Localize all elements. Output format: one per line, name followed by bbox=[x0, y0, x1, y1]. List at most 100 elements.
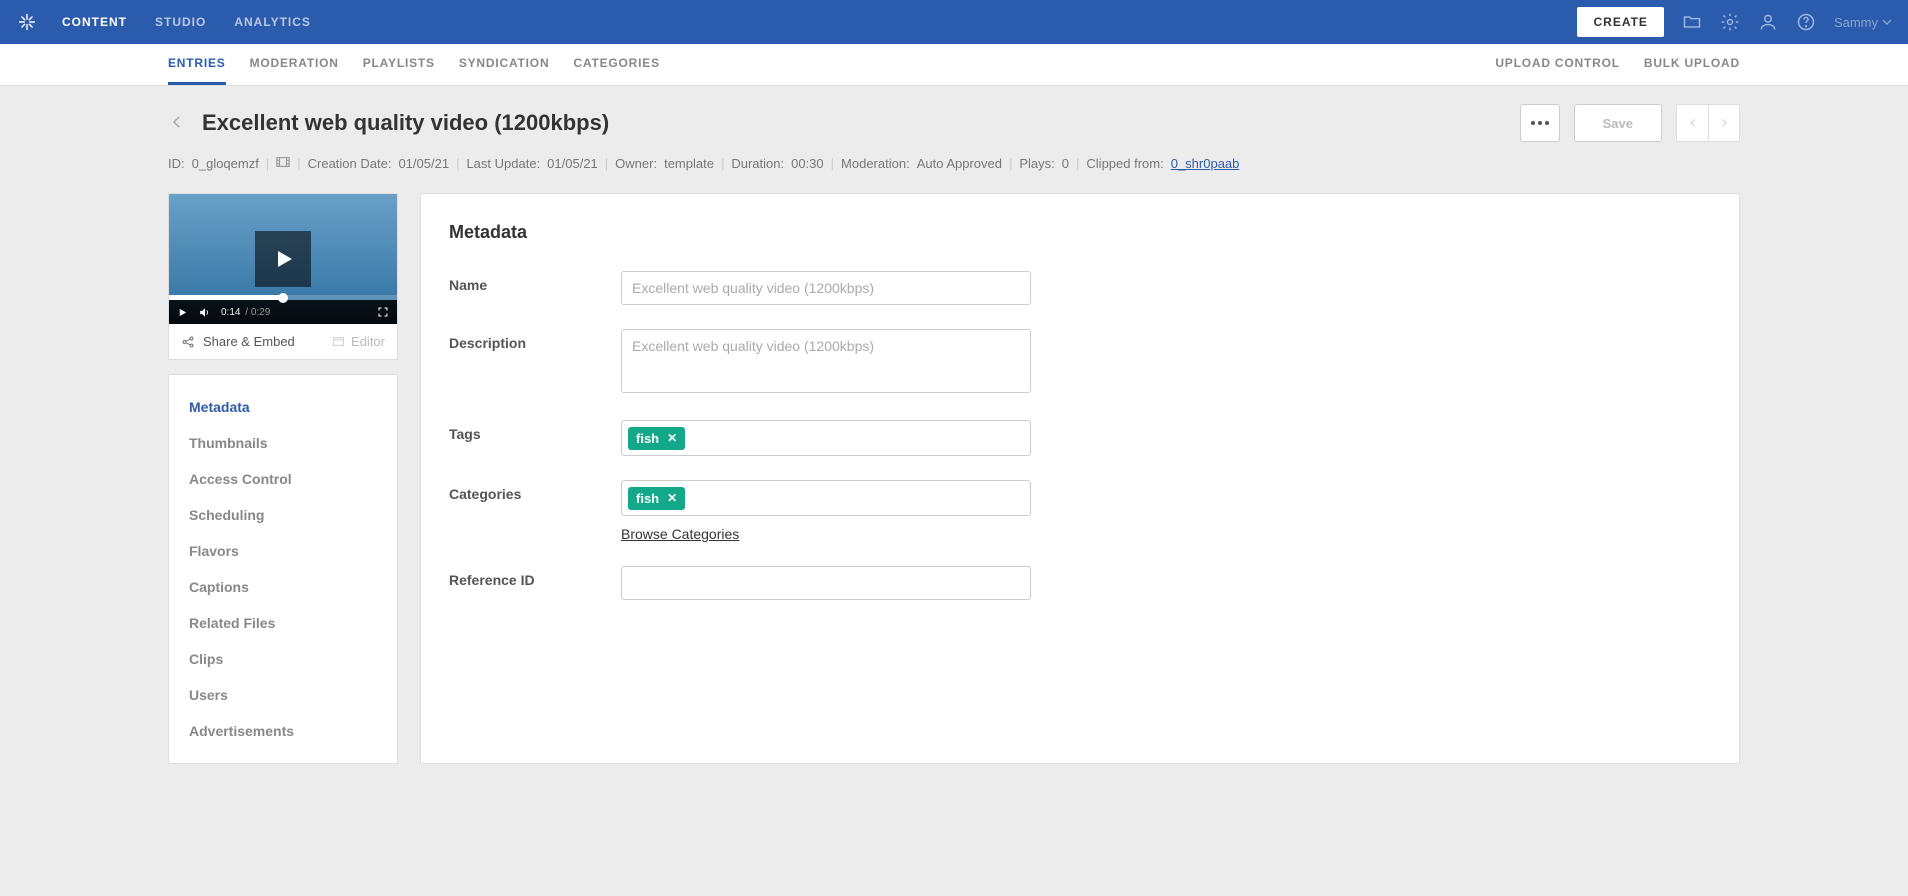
video-preview[interactable]: 0:14 / 0:29 bbox=[169, 194, 397, 324]
separator: | bbox=[1009, 156, 1012, 171]
prev-entry-button bbox=[1676, 104, 1708, 142]
sidenav-metadata[interactable]: Metadata bbox=[169, 389, 397, 425]
sidenav-captions[interactable]: Captions bbox=[169, 569, 397, 605]
meta-creation-value: 01/05/21 bbox=[398, 156, 449, 171]
fullscreen-button[interactable] bbox=[377, 306, 389, 318]
page-body: Excellent web quality video (1200kbps) S… bbox=[0, 86, 1908, 804]
play-button[interactable] bbox=[177, 307, 188, 318]
media-type-icon bbox=[276, 156, 290, 171]
subnav-entries[interactable]: ENTRIES bbox=[168, 44, 226, 85]
top-nav: CONTENT STUDIO ANALYTICS bbox=[62, 15, 311, 29]
label-name: Name bbox=[449, 271, 621, 305]
left-column: 0:14 / 0:29 Share & Embed Editor bbox=[168, 193, 398, 764]
separator: | bbox=[721, 156, 724, 171]
tags-input[interactable]: fish ✕ bbox=[621, 420, 1031, 456]
sidenav-advertisements[interactable]: Advertisements bbox=[169, 713, 397, 749]
category-remove-icon[interactable]: ✕ bbox=[667, 491, 677, 505]
category-chip: fish ✕ bbox=[628, 487, 685, 510]
sidenav-thumbnails[interactable]: Thumbnails bbox=[169, 425, 397, 461]
video-time: 0:14 / 0:29 bbox=[221, 307, 270, 318]
subnav-upload-control[interactable]: UPLOAD CONTROL bbox=[1495, 44, 1620, 85]
separator: | bbox=[266, 156, 269, 171]
tag-chip-label: fish bbox=[636, 431, 659, 446]
username-menu[interactable]: Sammy bbox=[1834, 15, 1892, 30]
subnav-categories[interactable]: CATEGORIES bbox=[573, 44, 659, 85]
sidenav-access-control[interactable]: Access Control bbox=[169, 461, 397, 497]
label-reference: Reference ID bbox=[449, 566, 621, 600]
subnav-syndication[interactable]: SYNDICATION bbox=[459, 44, 550, 85]
share-embed-button[interactable]: Share & Embed bbox=[181, 334, 295, 349]
help-icon[interactable] bbox=[1796, 12, 1816, 32]
top-nav-content[interactable]: CONTENT bbox=[62, 15, 127, 29]
ellipsis-icon bbox=[1531, 121, 1549, 125]
user-icon[interactable] bbox=[1758, 12, 1778, 32]
volume-button[interactable] bbox=[198, 306, 211, 319]
sidenav-flavors[interactable]: Flavors bbox=[169, 533, 397, 569]
top-bar: CONTENT STUDIO ANALYTICS CREATE Sammy bbox=[0, 0, 1908, 44]
subnav-moderation[interactable]: MODERATION bbox=[250, 44, 339, 85]
page-actions: Save bbox=[1520, 104, 1740, 142]
chevron-down-icon bbox=[1882, 17, 1892, 27]
video-controls: 0:14 / 0:29 bbox=[169, 300, 397, 324]
share-row: Share & Embed Editor bbox=[169, 324, 397, 359]
main-panel: Metadata Name Description Tags fi bbox=[420, 193, 1740, 764]
tag-remove-icon[interactable]: ✕ bbox=[667, 431, 677, 445]
next-entry-button bbox=[1708, 104, 1740, 142]
tag-chip: fish ✕ bbox=[628, 427, 685, 450]
separator: | bbox=[297, 156, 300, 171]
meta-duration-value: 00:30 bbox=[791, 156, 824, 171]
meta-moderation-label: Moderation: bbox=[841, 156, 910, 171]
play-icon bbox=[271, 247, 295, 271]
sub-nav-right: UPLOAD CONTROL BULK UPLOAD bbox=[1495, 44, 1740, 85]
gear-icon[interactable] bbox=[1720, 12, 1740, 32]
folder-icon[interactable] bbox=[1682, 12, 1702, 32]
username-label: Sammy bbox=[1834, 15, 1878, 30]
play-overlay-button[interactable] bbox=[255, 231, 311, 287]
sub-nav: ENTRIES MODERATION PLAYLISTS SYNDICATION… bbox=[168, 44, 660, 85]
sidenav-clips[interactable]: Clips bbox=[169, 641, 397, 677]
description-input[interactable] bbox=[621, 329, 1031, 393]
subnav-playlists[interactable]: PLAYLISTS bbox=[363, 44, 435, 85]
label-tags: Tags bbox=[449, 420, 621, 456]
browse-categories-link[interactable]: Browse Categories bbox=[621, 526, 739, 542]
top-bar-right: CREATE Sammy bbox=[1577, 7, 1892, 37]
app-logo[interactable] bbox=[16, 11, 38, 33]
top-bar-left: CONTENT STUDIO ANALYTICS bbox=[16, 11, 311, 33]
category-chip-label: fish bbox=[636, 491, 659, 506]
separator: | bbox=[831, 156, 834, 171]
form-row-description: Description bbox=[449, 329, 1711, 396]
editor-icon bbox=[332, 335, 345, 348]
meta-id-label: ID: bbox=[168, 156, 185, 171]
meta-update-label: Last Update: bbox=[466, 156, 540, 171]
more-actions-button[interactable] bbox=[1520, 104, 1560, 142]
prev-next-group bbox=[1676, 104, 1740, 142]
play-small-icon bbox=[177, 307, 188, 318]
meta-clipped-link[interactable]: 0_shr0paab bbox=[1171, 156, 1240, 171]
name-input[interactable] bbox=[621, 271, 1031, 305]
back-arrow-icon[interactable] bbox=[168, 113, 186, 134]
create-button[interactable]: CREATE bbox=[1577, 7, 1663, 37]
page-header: Excellent web quality video (1200kbps) S… bbox=[168, 104, 1740, 142]
editor-label: Editor bbox=[351, 334, 385, 349]
sidenav-scheduling[interactable]: Scheduling bbox=[169, 497, 397, 533]
sidenav-users[interactable]: Users bbox=[169, 677, 397, 713]
save-button: Save bbox=[1574, 104, 1662, 142]
page-header-left: Excellent web quality video (1200kbps) bbox=[168, 110, 609, 136]
top-nav-analytics[interactable]: ANALYTICS bbox=[234, 15, 311, 29]
top-nav-studio[interactable]: STUDIO bbox=[155, 15, 206, 29]
arrow-left-icon bbox=[1687, 117, 1699, 129]
video-progress-bar[interactable] bbox=[169, 295, 397, 300]
content-row: 0:14 / 0:29 Share & Embed Editor bbox=[168, 193, 1740, 764]
categories-input[interactable]: fish ✕ bbox=[621, 480, 1031, 516]
reference-input[interactable] bbox=[621, 566, 1031, 600]
sidenav-related-files[interactable]: Related Files bbox=[169, 605, 397, 641]
separator: | bbox=[605, 156, 608, 171]
separator: | bbox=[456, 156, 459, 171]
meta-plays-value: 0 bbox=[1062, 156, 1069, 171]
share-icon bbox=[181, 335, 195, 349]
player-box: 0:14 / 0:29 Share & Embed Editor bbox=[168, 193, 398, 360]
section-nav: Metadata Thumbnails Access Control Sched… bbox=[168, 374, 398, 764]
meta-line: ID: 0_gloqemzf | | Creation Date: 01/05/… bbox=[168, 156, 1740, 171]
subnav-bulk-upload[interactable]: BULK UPLOAD bbox=[1644, 44, 1740, 85]
fullscreen-icon bbox=[377, 306, 389, 318]
